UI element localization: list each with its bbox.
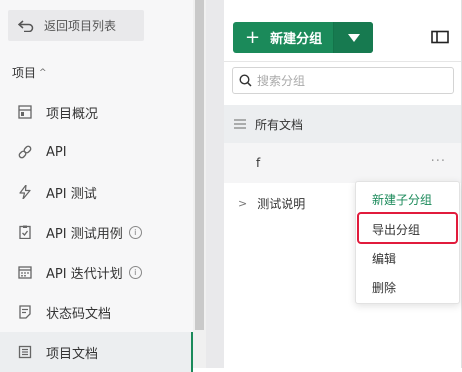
- menu-lines-icon: [234, 119, 246, 129]
- caret-up-icon: ^: [39, 67, 47, 78]
- more-options-icon[interactable]: ···: [431, 154, 446, 169]
- link-icon: [18, 145, 32, 159]
- menu-item-edit[interactable]: 编辑: [356, 244, 459, 272]
- search-input[interactable]: 搜索分组: [232, 67, 454, 94]
- search-placeholder: 搜索分组: [257, 74, 306, 88]
- sidebar-item-api-test-cases[interactable]: API 测试用例 i: [0, 212, 193, 252]
- divider: [224, 61, 462, 62]
- sidebar-item-label: API: [46, 144, 67, 160]
- sidebar-item-project-docs[interactable]: 项目文档: [0, 332, 193, 372]
- all-docs-label: 所有文档: [255, 117, 304, 132]
- sidebar-item-label: API 测试用例: [46, 226, 123, 242]
- menu-item-delete[interactable]: 删除: [356, 273, 459, 301]
- layout-toggle-icon[interactable]: [431, 30, 449, 44]
- sidebar-item-label: API 测试: [46, 186, 97, 202]
- sidebar-item-api-test[interactable]: API 测试: [0, 172, 193, 212]
- scrollbar-thumb[interactable]: [195, 0, 204, 330]
- chevron-right-icon[interactable]: >: [238, 197, 247, 210]
- overview-icon: [18, 105, 32, 119]
- back-to-projects-button[interactable]: 返回项目列表: [8, 10, 144, 41]
- section-title-label: 项目: [12, 66, 37, 80]
- new-group-label: 新建分组: [270, 32, 323, 47]
- sidebar: 返回项目列表 项目 ^ 项目概况 API API 测试 API 测试用例 i A…: [0, 0, 193, 372]
- calendar-icon: [18, 265, 32, 279]
- export-group-highlight: [357, 212, 458, 244]
- sidebar-item-label: API 迭代计划: [46, 266, 123, 282]
- project-section-title[interactable]: 项目 ^: [12, 64, 47, 81]
- group-label: 测试说明: [257, 196, 306, 211]
- sidebar-item-label: 状态码文档: [46, 306, 112, 322]
- info-icon[interactable]: i: [128, 225, 142, 239]
- info-icon[interactable]: i: [128, 265, 142, 279]
- sidebar-item-overview[interactable]: 项目概况: [0, 92, 193, 132]
- sidebar-item-label: 项目文档: [46, 346, 99, 362]
- new-group-dropdown-button[interactable]: [334, 22, 373, 53]
- sidebar-item-api[interactable]: API: [0, 132, 193, 172]
- new-group-button-group: + 新建分组: [233, 22, 373, 53]
- triangle-down-icon: [347, 33, 360, 42]
- sidebar-item-api-iteration-plan[interactable]: API 迭代计划 i: [0, 252, 193, 292]
- sidebar-item-status-code-docs[interactable]: 状态码文档: [0, 292, 193, 332]
- book-icon: [18, 345, 32, 359]
- search-icon: [239, 74, 252, 87]
- all-docs-item[interactable]: 所有文档: [224, 105, 462, 143]
- new-group-button[interactable]: + 新建分组: [233, 22, 333, 53]
- plus-icon: +: [245, 26, 261, 48]
- document-icon: [18, 305, 32, 319]
- menu-item-new-subgroup[interactable]: 新建子分组: [356, 185, 459, 213]
- lightning-icon: [18, 185, 32, 199]
- back-label: 返回项目列表: [44, 19, 117, 33]
- sidebar-scrollbar[interactable]: [193, 0, 206, 368]
- group-item-f[interactable]: f ···: [224, 143, 462, 183]
- panel-gap: [206, 0, 224, 368]
- return-arrow-icon: [18, 19, 34, 32]
- sidebar-item-label: 项目概况: [46, 106, 99, 122]
- group-label: f: [256, 156, 261, 170]
- clipboard-check-icon: [18, 225, 32, 239]
